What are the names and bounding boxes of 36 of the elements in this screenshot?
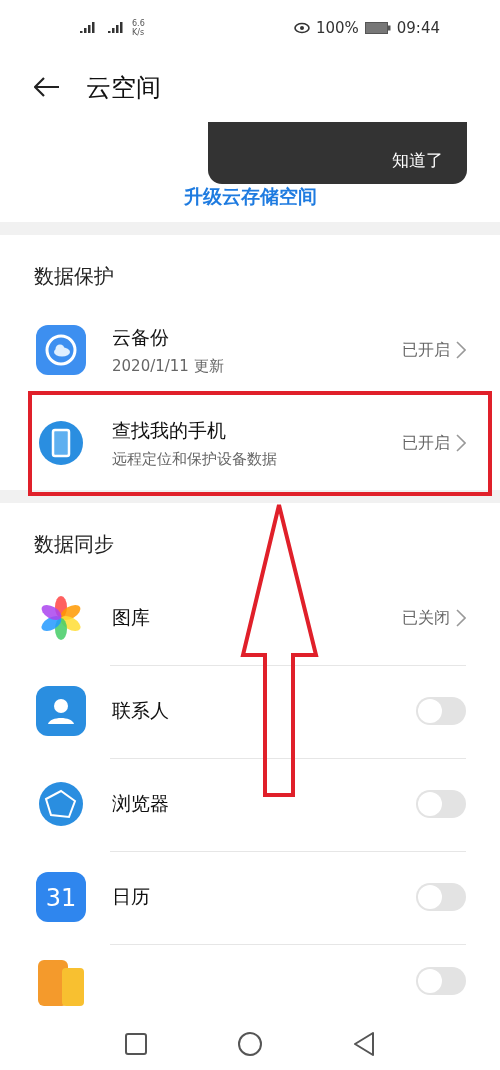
item-title: 查找我的手机 [112, 417, 227, 443]
item-status[interactable]: 已关闭 [402, 607, 466, 629]
item-title: 日历 [112, 884, 151, 910]
eye-icon [293, 22, 310, 34]
chevron-right-icon [456, 609, 466, 628]
item-subtitle: 2020/1/11 更新 [112, 357, 225, 376]
item-status[interactable]: 已开启 [402, 432, 466, 454]
item-subtitle: 远程定位和保护设备数据 [112, 449, 278, 469]
item-title: 联系人 [112, 698, 170, 724]
network-speed: 6.6 [132, 19, 145, 28]
battery-icon [364, 22, 391, 34]
cloud-sync-icon [36, 325, 86, 376]
item-status[interactable]: 已开启 [402, 340, 466, 361]
toggle-switch[interactable] [416, 790, 466, 819]
contact-icon [36, 686, 86, 737]
clock: 09:44 [396, 19, 440, 37]
home-circle-icon[interactable] [238, 1032, 262, 1056]
section-title: 数据保护 [33, 263, 115, 290]
calendar-icon: 31 [36, 872, 86, 923]
toggle-switch[interactable] [416, 966, 466, 995]
network-speed-unit: K/s [132, 28, 145, 37]
toggle-switch[interactable] [416, 697, 466, 726]
toggle-switch[interactable] [416, 883, 466, 912]
battery-percent: 100% [315, 19, 359, 37]
item-title: 图库 [112, 605, 151, 631]
back-arrow-icon[interactable] [34, 77, 60, 97]
got-it-button[interactable]: 知道了 [392, 149, 443, 172]
chevron-right-icon [456, 434, 466, 453]
item-title: 云备份 [112, 325, 170, 350]
chevron-right-icon [456, 341, 466, 360]
page-title: 云空间 [86, 71, 161, 104]
section-title: 数据同步 [33, 530, 115, 558]
upgrade-storage-link[interactable]: 升级云存储空间 [183, 184, 317, 210]
item-title: 浏览器 [112, 791, 170, 817]
square-nav-icon[interactable] [125, 1033, 148, 1055]
back-triangle-icon[interactable] [352, 1032, 375, 1056]
